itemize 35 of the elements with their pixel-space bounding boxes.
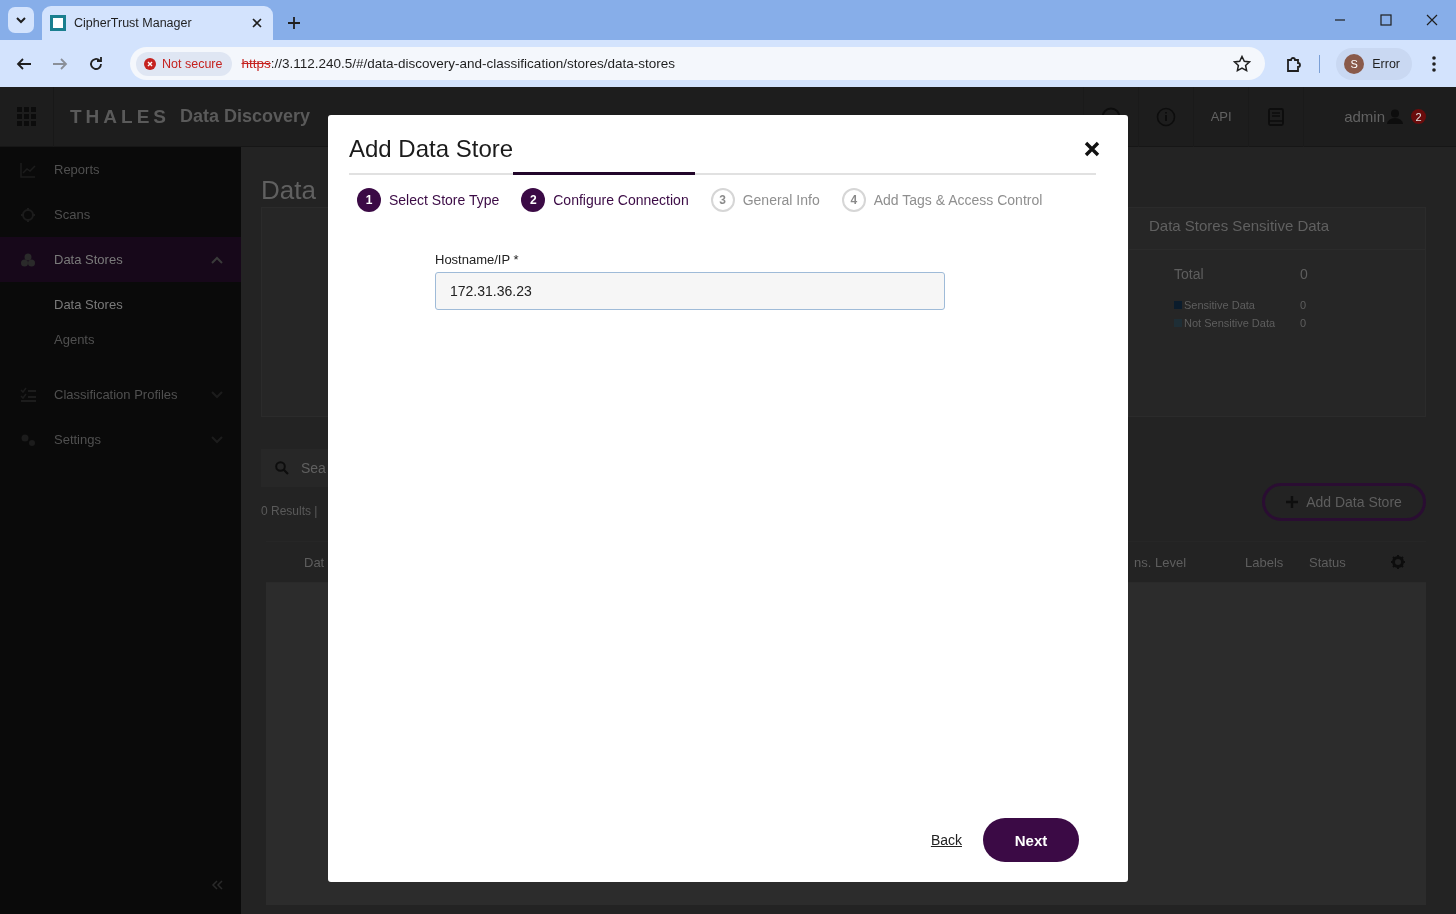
column-header: Dat: [303, 554, 326, 570]
browser-tab[interactable]: CipherTrust Manager: [42, 6, 273, 40]
total-label: Total: [1174, 266, 1205, 282]
notification-badge: 2: [1411, 109, 1426, 124]
dialog-title: Add Data Store: [349, 135, 514, 163]
column-header: Status: [1309, 554, 1347, 570]
sidebar-item[interactable]: Reports: [0, 147, 241, 192]
sidebar-subitem[interactable]: Data Stores: [0, 287, 241, 322]
user-name[interactable]: admin: [1344, 108, 1385, 125]
sidebar-item[interactable]: Settings: [0, 417, 241, 462]
wizard-step[interactable]: 1 Select Store Type: [357, 172, 506, 212]
wizard-step[interactable]: 2 Configure Connection: [513, 172, 695, 212]
product-name: Data Discovery: [180, 106, 311, 127]
column-header: Labels: [1245, 554, 1285, 570]
wizard-step[interactable]: 3 General Info: [710, 172, 826, 212]
sidebar-subitem[interactable]: Agents: [0, 322, 241, 357]
url-text[interactable]: https://3.112.240.5/#/data-discovery-and-classification/stores/data-stores: [241, 56, 675, 71]
tab-title: CipherTrust Manager: [74, 16, 193, 30]
api-link[interactable]: API: [1210, 109, 1232, 124]
brand-logo: THALES: [70, 105, 170, 128]
sidebar-item[interactable]: Classification Profiles: [0, 372, 241, 417]
wizard-step[interactable]: 4 Add Tags & Access Control: [841, 172, 1049, 212]
page-title: Data: [261, 175, 316, 207]
profile-button[interactable]: S Error: [1336, 47, 1412, 80]
next-button[interactable]: Next: [983, 818, 1079, 862]
column-header: ns. Level: [1134, 554, 1188, 570]
hostname-field[interactable]: 172.31.36.23: [435, 272, 945, 310]
sidebar-item[interactable]: Scans: [0, 192, 241, 237]
back-link[interactable]: Back: [930, 832, 962, 848]
total-value: 0: [1300, 266, 1308, 282]
sidebar-item[interactable]: Data Stores: [0, 237, 241, 282]
add-data-store-button[interactable]: Add Data Store: [1262, 483, 1426, 521]
field-label: Hostname/IP *: [435, 252, 520, 267]
card-title: Data Stores Sensitive Data: [1129, 208, 1425, 250]
security-chip[interactable]: Not secure: [136, 51, 233, 76]
